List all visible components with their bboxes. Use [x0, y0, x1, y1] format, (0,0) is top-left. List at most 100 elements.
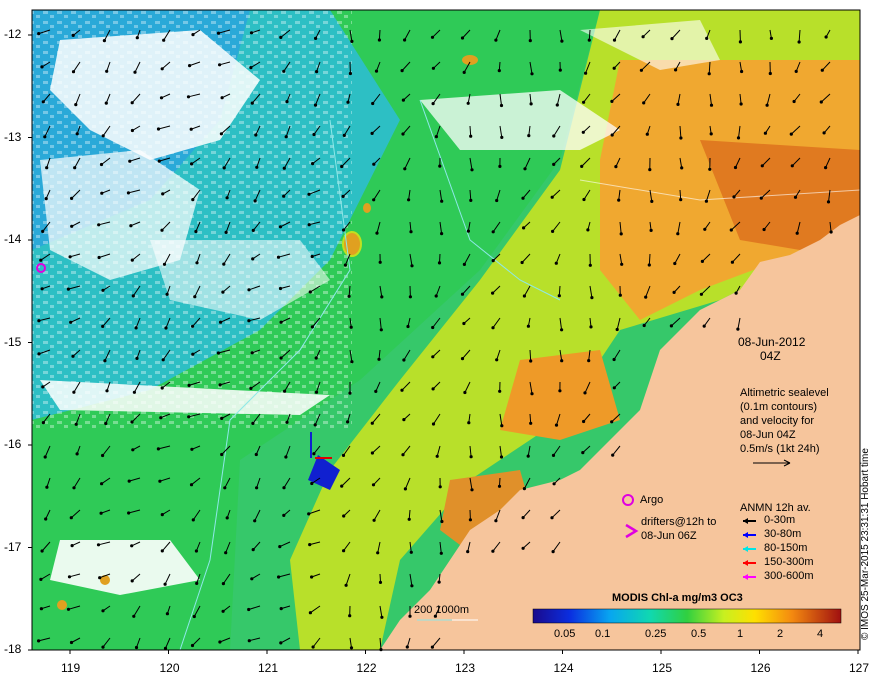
velocity-vector-head: [469, 455, 473, 459]
velocity-vector-head: [313, 423, 317, 427]
velocity-vector-head: [530, 392, 534, 396]
velocity-vector-head: [409, 550, 413, 554]
velocity-vector-head: [765, 103, 769, 107]
velocity-vector-head: [250, 101, 254, 105]
velocity-vector-head: [220, 452, 224, 457]
velocity-vector-head: [348, 614, 352, 618]
velocity-vector-head: [581, 451, 585, 455]
x-tick-label: 122: [356, 661, 377, 675]
velocity-vector-head: [254, 133, 258, 137]
colorbar-tick-label: 0.5: [691, 628, 707, 640]
argo-label: Argo: [640, 494, 664, 506]
velocity-vector-head: [279, 641, 283, 645]
colorbar-tick-label: 0.05: [554, 628, 576, 640]
velocity-vector-head: [100, 191, 104, 195]
x-tick-label: 124: [553, 661, 574, 675]
velocity-vector-head: [410, 264, 414, 268]
x-axis-ticks: [69, 650, 859, 654]
velocity-vector-head: [406, 324, 410, 329]
velocity-vector-head: [101, 134, 105, 138]
velocity-vector-head: [344, 583, 348, 587]
velocity-vector-head: [308, 290, 312, 294]
velocity-vector-head: [407, 198, 411, 202]
velocity-vector-head: [612, 386, 616, 390]
velocity-vector-head: [97, 223, 101, 227]
velocity-vector-head: [222, 166, 226, 170]
velocity-vector-head: [560, 359, 564, 363]
velocity-vector-head: [430, 645, 434, 649]
velocity-vector-head: [705, 36, 709, 41]
velocity-vector-head: [582, 100, 586, 104]
velocity-vector-head: [216, 351, 220, 355]
velocity-vector-head: [588, 263, 592, 267]
x-tick-label: 126: [750, 661, 771, 675]
velocity-vector-head: [617, 198, 621, 202]
velocity-vector-head: [826, 200, 831, 204]
velocity-vector-head: [680, 166, 684, 170]
velocity-vector-head: [491, 291, 495, 295]
velocity-vector-head: [341, 453, 346, 457]
velocity-vector-head: [497, 69, 501, 73]
x-tick-label: 125: [652, 661, 673, 675]
velocity-vector-head: [160, 67, 164, 71]
velocity-vector-head: [612, 38, 617, 42]
velocity-vector-head: [162, 38, 166, 42]
velocity-vector-head: [495, 198, 499, 203]
velocity-vector-head: [820, 68, 824, 72]
velocity-vector-head: [98, 576, 102, 580]
velocity-vector-head: [704, 199, 709, 203]
velocity-vector-head: [307, 512, 311, 516]
velocity-vector-head: [408, 614, 412, 618]
velocity-vector-head: [410, 584, 414, 588]
velocity-vector-head: [498, 164, 502, 168]
velocity-vector-head: [642, 323, 646, 328]
velocity-vector-head: [523, 167, 527, 171]
velocity-vector-head: [709, 132, 713, 136]
velocity-vector-head: [97, 255, 101, 260]
velocity-vector-head: [39, 577, 43, 582]
velocity-vector-head: [491, 230, 495, 234]
velocity-vector-head: [70, 224, 74, 228]
velocity-vector-head: [408, 295, 412, 299]
velocity-vector-head: [307, 192, 311, 196]
velocity-vector-head: [468, 518, 472, 522]
velocity-vector-head: [158, 479, 162, 483]
velocity-vector-head: [66, 607, 71, 611]
y-tick-label: -16: [4, 437, 22, 451]
velocity-vector-head: [378, 260, 382, 264]
velocity-vector-head: [647, 263, 651, 267]
anmn-depth-label: 30-80m: [764, 528, 802, 540]
velocity-vector-head: [500, 135, 504, 139]
velocity-vector-head: [734, 291, 738, 295]
velocity-vector-head: [255, 486, 259, 490]
velocity-vector-head: [43, 135, 47, 139]
velocity-vector-head: [829, 230, 833, 234]
velocity-vector-head: [491, 549, 495, 553]
velocity-vector-head: [370, 131, 374, 135]
velocity-vector-head: [610, 420, 614, 424]
velocity-vector-head: [195, 581, 199, 586]
velocity-vector-head: [278, 545, 282, 549]
velocity-vector-head: [71, 354, 75, 358]
velocity-vector-head: [499, 103, 504, 108]
velocity-vector-head: [736, 327, 740, 331]
velocity-vector-head: [739, 102, 743, 106]
velocity-vector-head: [70, 196, 74, 200]
velocity-vector-head: [279, 356, 283, 360]
velocity-vector-head: [793, 195, 798, 199]
velocity-vector-head: [552, 134, 556, 138]
velocity-vector-head: [470, 168, 474, 172]
velocity-vector-head: [104, 101, 108, 105]
velocity-vector-head: [790, 164, 794, 168]
velocity-vector-head: [374, 69, 379, 73]
velocity-vector-head: [255, 165, 259, 169]
velocity-vector-head: [222, 262, 226, 266]
velocity-vector-head: [216, 31, 221, 35]
drifters-label-2: 08-Jun 06Z: [641, 530, 697, 542]
velocity-vector-head: [699, 292, 704, 296]
velocity-vector-head: [39, 607, 44, 611]
velocity-vector-head: [75, 452, 79, 456]
velocity-vector-head: [277, 575, 281, 579]
velocity-vector-head: [37, 319, 41, 323]
velocity-vector-head: [587, 38, 591, 42]
